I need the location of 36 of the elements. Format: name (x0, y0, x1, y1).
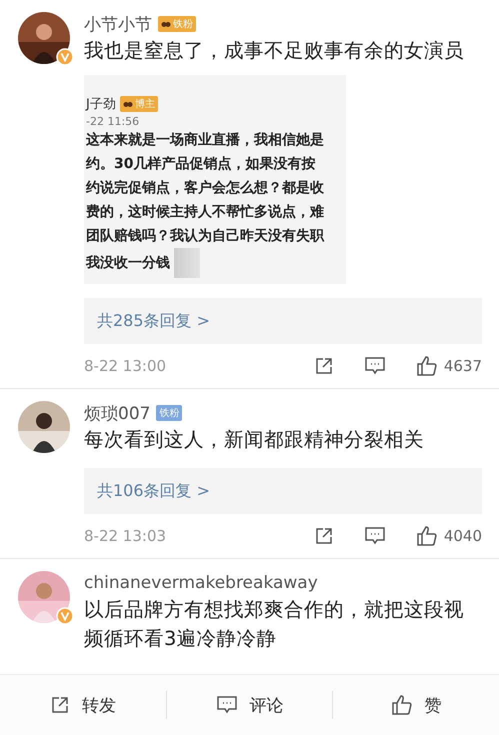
share-icon[interactable] (314, 356, 334, 376)
thumbs-up-icon[interactable] (416, 355, 438, 377)
comment-text: 以后品牌方有想找郑爽合作的，就把这段视频循环看3遍冷静冷静 (84, 597, 465, 652)
comment-icon[interactable] (216, 695, 238, 715)
comment-icon[interactable] (364, 356, 386, 376)
comment-time: 8-22 13:00 (84, 357, 168, 375)
repost-button[interactable]: 转发 (0, 691, 166, 719)
replies-link[interactable]: 共106条回复 > (84, 468, 482, 514)
username[interactable]: 小节小节 (84, 12, 152, 36)
thumbs-up-icon[interactable] (416, 525, 438, 547)
like-count: 4637 (444, 357, 482, 375)
like-button[interactable]: 赞 (332, 691, 499, 719)
blurred-patch (174, 248, 200, 278)
thumbs-up-icon[interactable] (390, 694, 413, 716)
like-count: 4040 (444, 527, 482, 545)
quoted-text-line: 团队赔钱吗？我认为自己昨天没有失职 (86, 227, 326, 246)
quoted-time: -22 11:56 (86, 115, 140, 128)
quoted-text-line: 约。30几样产品促销点，如果没有按 (86, 155, 316, 174)
quoted-text-line: 我没收一分钱 (86, 254, 170, 273)
replies-link[interactable]: 共285条回复 > (84, 298, 482, 344)
share-icon[interactable] (314, 526, 334, 546)
quoted-author: J子劲 (86, 96, 116, 113)
comment-text: 每次看到这人，新闻都跟精神分裂相关 (84, 427, 425, 453)
comment-button[interactable]: 评论 (166, 691, 332, 719)
comment-text: 我也是窒息了，成事不足败事有余的女演员 (84, 38, 465, 64)
username[interactable]: 烦琐007 (84, 402, 150, 424)
fan-badge: 博主 (120, 96, 158, 112)
quoted-text-line: 费的，这时候主持人不帮忙多说点，难 (86, 202, 325, 222)
comment-time: 8-22 13:03 (84, 527, 168, 545)
fan-badge: 铁粉 (158, 16, 196, 32)
comment-icon[interactable] (364, 526, 386, 546)
quoted-text-line: 这本来就是一场商业直播，我相信她是 (86, 130, 325, 150)
quoted-text-line: 约说完促销点，客户会怎么想？都是收 (86, 178, 325, 198)
username[interactable]: chinanevermakebreakaway (84, 573, 318, 593)
fan-badge: 铁粉 (156, 405, 182, 421)
share-icon[interactable] (50, 695, 70, 715)
